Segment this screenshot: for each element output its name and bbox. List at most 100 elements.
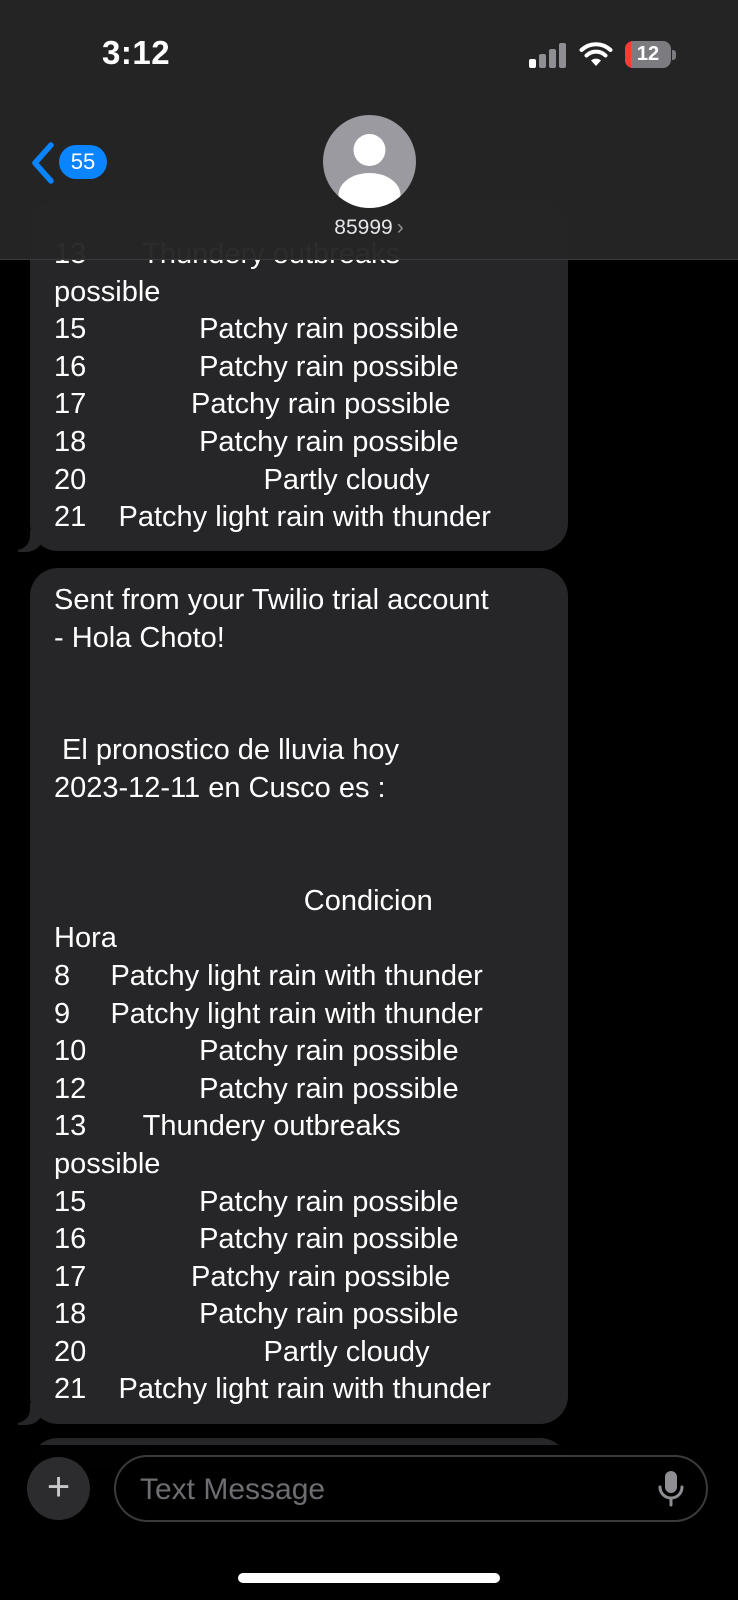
row-spacing — [70, 958, 110, 996]
forecast-condition: Patchy rain possible — [191, 1260, 451, 1293]
row-spacing — [86, 462, 263, 500]
contact-avatar[interactable] — [323, 115, 416, 208]
forecast-hour: 10 — [54, 1035, 87, 1068]
message-bubble[interactable]: Sent from your Twilio trial account - Hol… — [30, 568, 568, 1424]
message-line: Sent from your Twilio trial account — [54, 584, 489, 616]
forecast-condition: Patchy light rain with thunder — [110, 997, 483, 1030]
forecast-row: 15 Patchy rain possible — [54, 1184, 546, 1222]
forecast-row: 18 Patchy rain possible — [54, 424, 546, 462]
forecast-row: 12 Patchy rain possible — [54, 1071, 546, 1109]
forecast-condition: Patchy light rain with thunder — [118, 1373, 491, 1406]
forecast-hour: 15 — [54, 313, 87, 346]
chevron-left-icon — [32, 142, 54, 184]
row-spacing — [86, 386, 191, 424]
forecast-hour: 20 — [54, 463, 87, 496]
contact-name-button[interactable]: 85999 › — [0, 216, 738, 240]
forecast-condition: possible — [54, 1147, 161, 1180]
forecast-row: 16 Patchy rain possible — [54, 349, 546, 387]
message-line — [54, 695, 546, 733]
forecast-condition: Partly cloudy — [263, 1335, 430, 1368]
text-message-field[interactable] — [114, 1455, 708, 1522]
forecast-hour: 16 — [54, 350, 87, 383]
forecast-row: 17 Patchy rain possible — [54, 386, 546, 424]
forecast-hour: 17 — [54, 1260, 87, 1293]
forecast-condition: Patchy rain possible — [199, 425, 459, 458]
row-spacing — [86, 311, 199, 349]
message-line: Hora — [54, 922, 117, 955]
forecast-condition: Patchy rain possible — [199, 1035, 459, 1068]
message-line — [54, 845, 546, 883]
forecast-hour: 13 — [54, 1110, 87, 1143]
forecast-row: 10 Patchy rain possible — [54, 1033, 546, 1071]
forecast-row: 21 Patchy light rain with thunder — [54, 499, 546, 537]
forecast-condition: Patchy light rain with thunder — [118, 501, 491, 534]
row-spacing — [86, 499, 118, 537]
status-time: 3:12 — [102, 34, 171, 71]
forecast-row: 9 Patchy light rain with thunder — [54, 996, 546, 1034]
forecast-row: 20 Partly cloudy — [54, 1334, 546, 1372]
battery-icon: 12 — [625, 41, 671, 68]
chevron-right-icon: › — [396, 216, 404, 239]
message-line: possible — [54, 275, 161, 308]
message-line: El pronostico de lluvia hoy — [54, 734, 399, 767]
message-line — [54, 657, 546, 695]
forecast-hour: 21 — [54, 1373, 87, 1406]
row-spacing — [86, 1184, 199, 1222]
forecast-row: 20 Partly cloudy — [54, 462, 546, 500]
forecast-row: possible — [54, 1146, 546, 1184]
forecast-condition: Patchy rain possible — [199, 1185, 459, 1218]
forecast-condition: Patchy rain possible — [199, 1072, 459, 1105]
forecast-hour: 17 — [54, 388, 87, 421]
unread-count-badge: 55 — [59, 145, 107, 179]
wifi-icon — [579, 42, 613, 66]
forecast-row: 21 Patchy light rain with thunder — [54, 1371, 546, 1409]
forecast-hour: 15 — [54, 1185, 87, 1218]
forecast-hour: 8 — [54, 959, 71, 992]
forecast-hour: 16 — [54, 1223, 87, 1256]
microphone-icon[interactable] — [656, 1469, 686, 1509]
forecast-hour: 12 — [54, 1072, 87, 1105]
person-icon — [338, 134, 401, 208]
forecast-condition: Partly cloudy — [263, 463, 430, 496]
forecast-condition: Thundery outbreaks — [142, 1110, 401, 1143]
message-line — [54, 808, 546, 846]
bubble-tail — [12, 1399, 44, 1425]
message-line: - Hola Choto! — [54, 621, 225, 654]
back-button[interactable]: 55 — [30, 140, 110, 186]
cellular-signal-icon — [529, 42, 567, 68]
forecast-row: 18 Patchy rain possible — [54, 1296, 546, 1334]
row-spacing — [86, 1108, 142, 1146]
forecast-hour: 21 — [54, 501, 87, 534]
forecast-hour: 9 — [54, 997, 71, 1030]
contact-name: 85999 — [334, 216, 393, 239]
home-indicator[interactable] — [238, 1573, 500, 1583]
text-message-input[interactable] — [138, 1457, 642, 1522]
row-spacing — [86, 1221, 199, 1259]
forecast-row: 15 Patchy rain possible — [54, 311, 546, 349]
row-spacing — [86, 1296, 199, 1334]
row-spacing — [86, 1371, 118, 1409]
row-spacing — [86, 1071, 199, 1109]
message-line: 2023-12-11 en Cusco es : — [54, 771, 386, 804]
row-spacing — [86, 424, 199, 462]
add-attachment-button[interactable]: + — [27, 1457, 90, 1520]
battery-nub — [672, 50, 676, 60]
forecast-hour: 20 — [54, 1335, 87, 1368]
row-spacing — [86, 1334, 263, 1372]
message-line: Condicion — [54, 884, 433, 917]
forecast-condition: Patchy light rain with thunder — [110, 959, 483, 992]
row-spacing — [86, 1259, 191, 1297]
row-spacing — [70, 996, 110, 1034]
forecast-condition: Patchy rain possible — [199, 313, 459, 346]
forecast-row: 13 Thundery outbreaks — [54, 1108, 546, 1146]
plus-icon: + — [46, 1465, 71, 1509]
battery-level: 12 — [636, 43, 660, 65]
bubble-tail — [12, 526, 44, 552]
row-spacing — [86, 1033, 199, 1071]
forecast-condition: Patchy rain possible — [199, 1298, 459, 1331]
forecast-condition: Patchy rain possible — [191, 388, 451, 421]
forecast-condition: Patchy rain possible — [199, 1223, 459, 1256]
forecast-hour: 18 — [54, 425, 87, 458]
forecast-row: 8 Patchy light rain with thunder — [54, 958, 546, 996]
forecast-row: 16 Patchy rain possible — [54, 1221, 546, 1259]
